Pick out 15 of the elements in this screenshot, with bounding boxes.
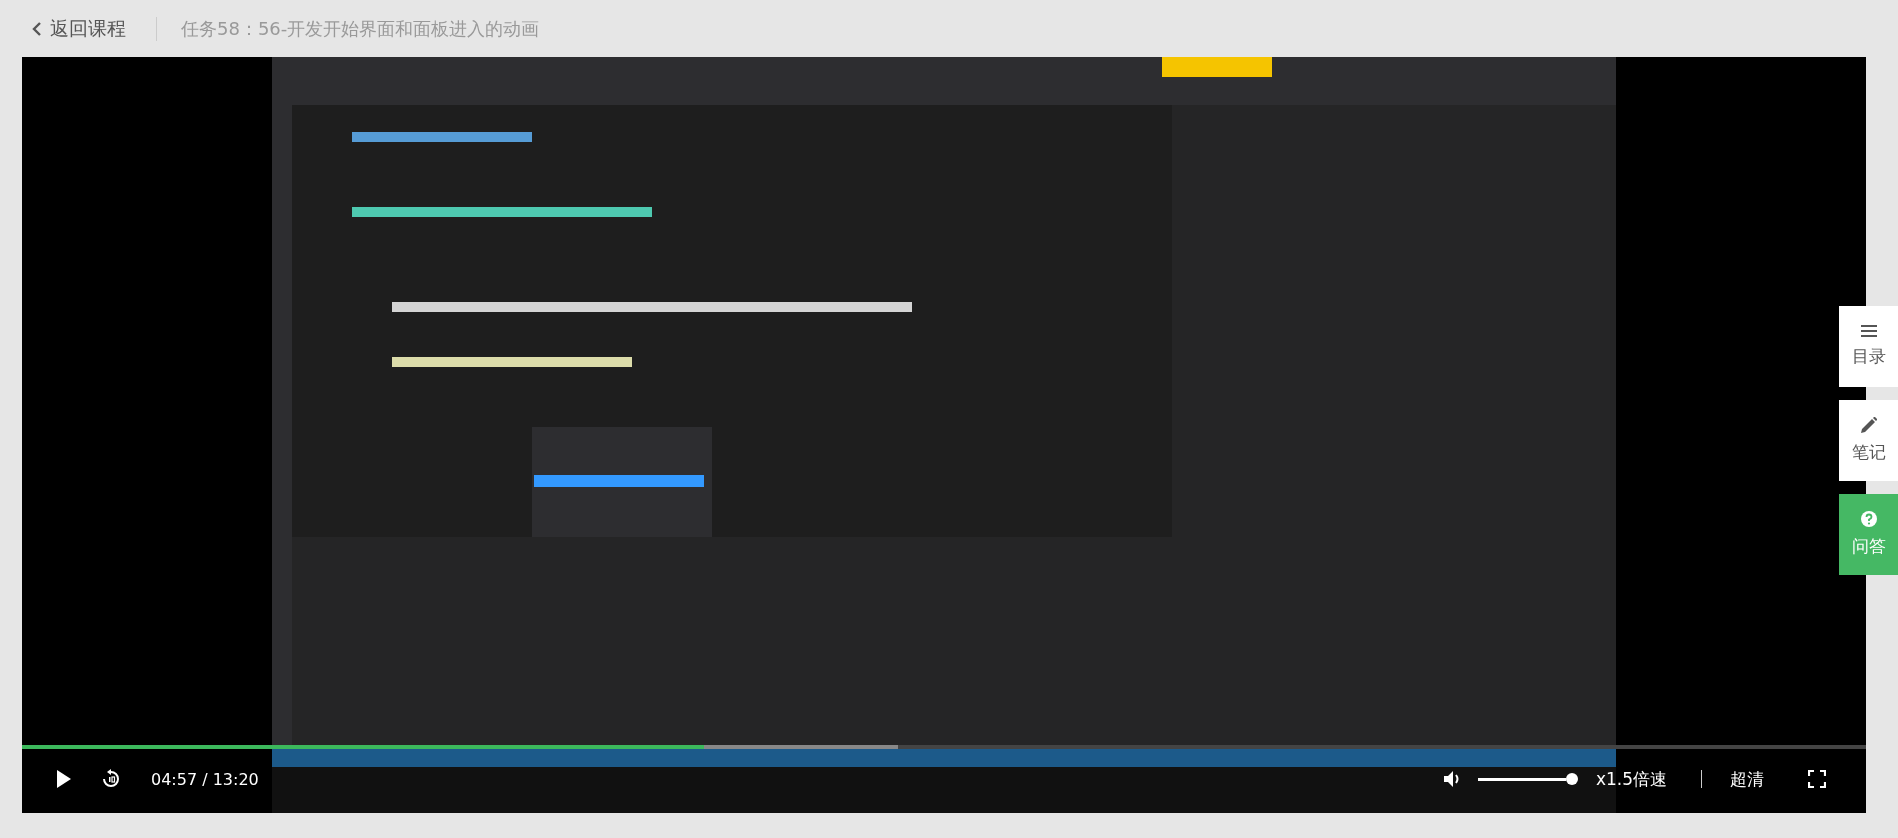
playback-time: 04:57 / 13:20 — [151, 769, 259, 789]
back-link[interactable]: 返回课程 — [32, 15, 126, 42]
fullscreen-icon[interactable] — [1808, 770, 1826, 788]
lesson-title: 任务58：56-开发开始界面和面板进入的动画 — [181, 16, 540, 41]
menu-icon — [1860, 325, 1877, 337]
play-icon[interactable] — [57, 770, 71, 788]
chevron-left-icon — [32, 21, 42, 36]
pencil-icon — [1860, 417, 1877, 433]
volume-slider[interactable] — [1477, 777, 1566, 781]
side-menu-button[interactable]: 笔记 — [1839, 400, 1898, 481]
side-menu-button[interactable]: 目录 — [1839, 306, 1898, 387]
speed-button[interactable]: x1.5倍速 — [1595, 767, 1667, 791]
help-icon — [1860, 511, 1877, 527]
quality-button[interactable]: 超清 — [1730, 767, 1764, 791]
replay-icon[interactable] — [101, 769, 121, 789]
